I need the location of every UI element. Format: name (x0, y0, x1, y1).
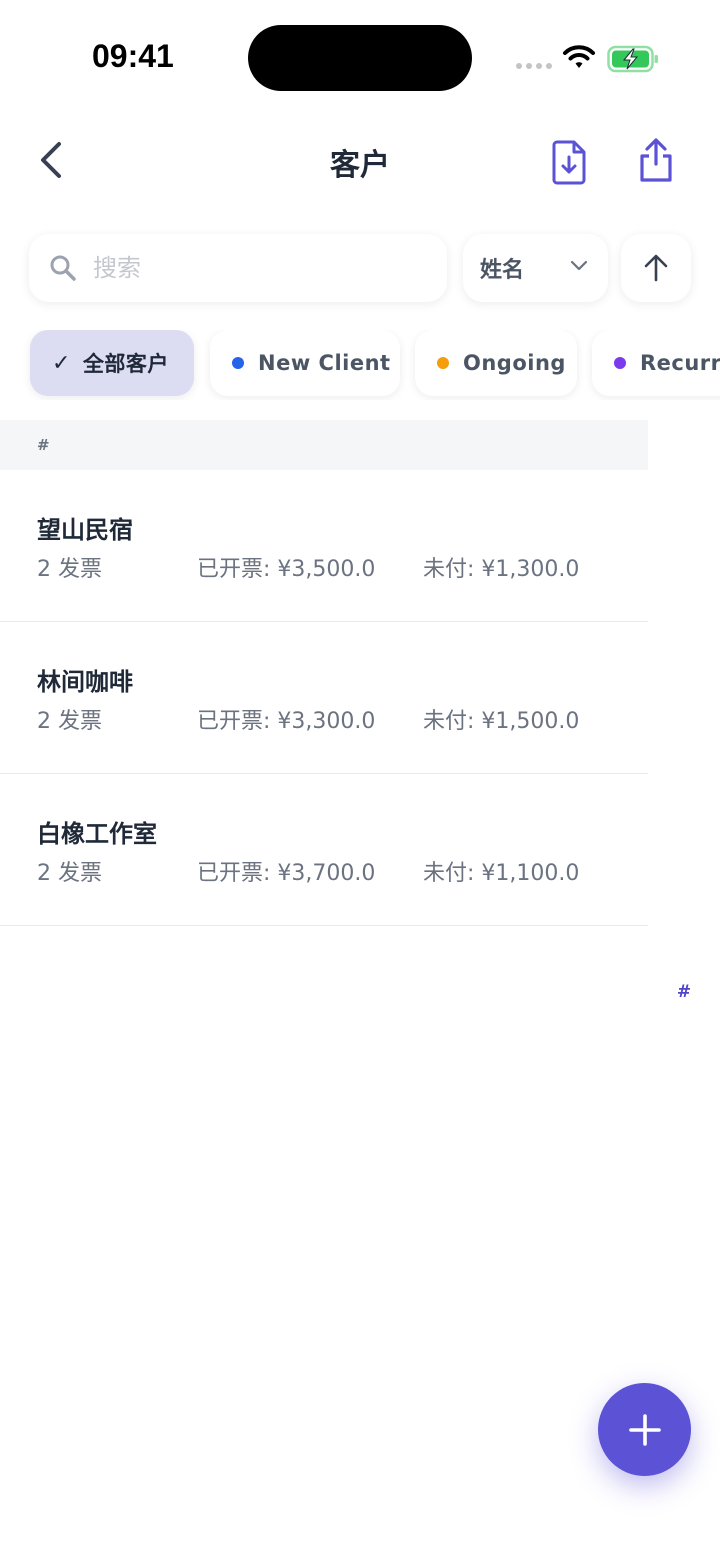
invoiced-amount: 已开票: ¥3,300.0 (197, 709, 376, 734)
filter-chip-all[interactable]: ✓ 全部客户 (30, 330, 194, 396)
invoiced-amount: 已开票: ¥3,700.0 (197, 861, 376, 886)
filter-chip-recurring[interactable]: Recurring (592, 330, 720, 396)
plus-icon (628, 1413, 661, 1446)
invoice-count: 2 发票 (37, 557, 102, 582)
section-index-letter[interactable]: # (672, 982, 696, 1002)
back-button[interactable] (30, 138, 74, 182)
filter-chip-row: ✓ 全部客户 New Client Ongoing Recurring (0, 330, 720, 400)
unpaid-amount: 未付: ¥1,500.0 (423, 709, 580, 734)
status-dot-icon (232, 357, 244, 369)
unpaid-amount: 未付: ¥1,300.0 (423, 557, 580, 582)
status-time: 09:41 (92, 38, 174, 74)
client-name: 望山民宿 (37, 516, 133, 544)
chevron-left-icon (41, 142, 61, 178)
filter-chip-label: New Client (258, 351, 391, 375)
search-input[interactable] (93, 254, 393, 282)
chevron-down-icon (570, 260, 588, 271)
sort-field-select[interactable]: 姓名 (463, 234, 608, 302)
battery-charging-icon (607, 45, 658, 73)
import-button[interactable] (548, 138, 592, 186)
status-dot-icon (614, 357, 626, 369)
file-download-icon (552, 140, 586, 185)
client-name: 白橡工作室 (37, 820, 157, 848)
invoice-count: 2 发票 (37, 861, 102, 886)
client-row[interactable]: 望山民宿 2 发票 已开票: ¥3,500.0 未付: ¥1,300.0 (0, 470, 648, 622)
client-row[interactable]: 林间咖啡 2 发票 已开票: ¥3,300.0 未付: ¥1,500.0 (0, 622, 648, 774)
wifi-icon (563, 45, 595, 68)
sort-order-button[interactable] (621, 234, 691, 302)
dynamic-island (248, 25, 472, 91)
search-icon (50, 255, 76, 281)
section-header: # (0, 420, 648, 470)
add-client-button[interactable] (598, 1383, 691, 1476)
checkmark-icon: ✓ (52, 350, 71, 376)
share-icon (640, 138, 672, 182)
share-button[interactable] (634, 136, 678, 184)
invoice-count: 2 发票 (37, 709, 102, 734)
client-name: 林间咖啡 (37, 668, 133, 696)
status-dot-icon (437, 357, 449, 369)
filter-chip-label: Ongoing (463, 351, 566, 375)
sort-field-label: 姓名 (480, 258, 525, 283)
filter-chip-label: Recurring (640, 351, 720, 375)
filter-chip-ongoing[interactable]: Ongoing (415, 330, 577, 396)
unpaid-amount: 未付: ¥1,100.0 (423, 861, 580, 886)
client-row[interactable]: 白橡工作室 2 发票 已开票: ¥3,700.0 未付: ¥1,100.0 (0, 774, 648, 926)
invoiced-amount: 已开票: ¥3,500.0 (197, 557, 376, 582)
cellular-signal-icon (516, 63, 552, 69)
page-title: 客户 (330, 148, 390, 183)
search-box[interactable] (29, 234, 447, 302)
arrow-up-icon (644, 254, 668, 282)
filter-chip-label: 全部客户 (82, 352, 169, 376)
filter-chip-new-client[interactable]: New Client (210, 330, 400, 396)
clients-screen: 09:41 客户 搜索 姓名 ✓ 全部客户 New Client Ongoing… (0, 0, 720, 1565)
